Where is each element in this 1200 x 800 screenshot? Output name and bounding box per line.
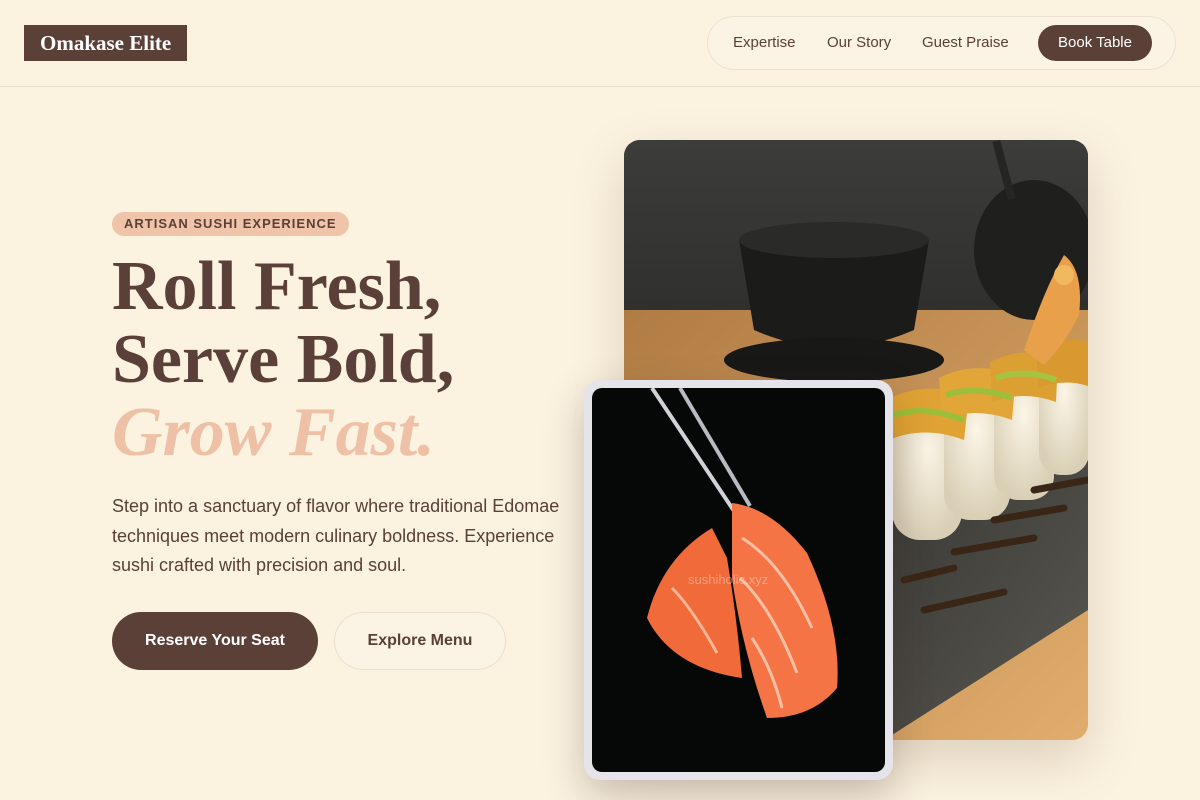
hero-badge: ARTISAN SUSHI EXPERIENCE — [112, 212, 349, 236]
image-watermark: sushiholic.xyz — [688, 572, 769, 587]
brand-logo[interactable]: Omakase Elite — [24, 25, 188, 61]
reserve-seat-button[interactable]: Reserve Your Seat — [112, 612, 318, 670]
headline-line-2: Serve Bold, — [112, 321, 455, 398]
salmon-sashimi-card: sushiholic.xyz — [584, 380, 893, 780]
hero-description: Step into a sanctuary of flavor where tr… — [112, 496, 560, 575]
hero-headline: Roll Fresh, Serve Bold, Grow Fast. — [112, 250, 592, 469]
headline-line-1: Roll Fresh, — [112, 248, 442, 325]
site-header: Omakase Elite Expertise Our Story Guest … — [0, 0, 1200, 87]
nav-link-guest-praise[interactable]: Guest Praise — [922, 17, 1009, 69]
nav-link-expertise[interactable]: Expertise — [733, 17, 796, 69]
nav-link-our-story[interactable]: Our Story — [827, 17, 891, 69]
book-table-button[interactable]: Book Table — [1038, 25, 1152, 61]
salmon-sashimi-image: sushiholic.xyz — [592, 388, 885, 772]
main-nav: Expertise Our Story Guest Praise Book Ta… — [707, 16, 1176, 70]
headline-line-3: Grow Fast. — [112, 394, 435, 471]
explore-menu-button[interactable]: Explore Menu — [334, 612, 506, 670]
